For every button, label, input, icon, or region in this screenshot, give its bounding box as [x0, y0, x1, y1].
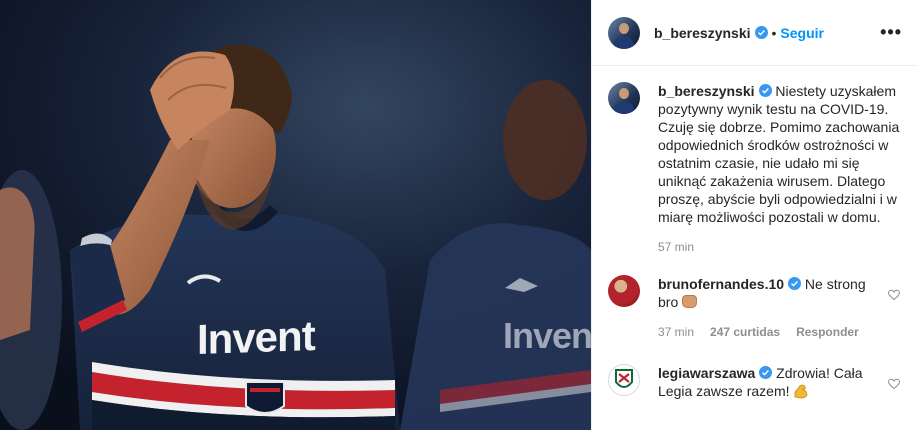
- comment-username[interactable]: legiawarszawa: [658, 365, 755, 381]
- jersey-sponsor-text: Invent: [197, 311, 315, 364]
- jersey-sponsor-text-background: Invent: [503, 315, 591, 356]
- author-username[interactable]: b_bereszynski: [654, 25, 751, 41]
- comment-timestamp[interactable]: 37 min: [658, 325, 694, 339]
- commenter-avatar[interactable]: [608, 364, 640, 396]
- flexed-biceps-emoji-icon: [794, 384, 808, 399]
- post-photo[interactable]: Invent Invent: [0, 0, 591, 430]
- comment-item: brunofernandes.10 Ne strong bro 37 min 2…: [608, 275, 902, 339]
- caption-author-avatar[interactable]: [608, 82, 640, 114]
- verified-badge-icon: [759, 366, 773, 379]
- reply-button[interactable]: Responder: [796, 325, 859, 339]
- comment-item: legiawarszawa Zdrowia! Cała Legia zawsze…: [608, 364, 902, 400]
- caption-text: Niestety uzyskałem pozytywny wynik testu…: [658, 83, 900, 225]
- verified-badge-icon: [758, 84, 772, 97]
- post-header: b_bereszynski • Seguir •••: [592, 0, 918, 66]
- caption-username[interactable]: b_bereszynski: [658, 83, 755, 99]
- follow-button[interactable]: Seguir: [780, 25, 824, 41]
- comment-username[interactable]: brunofernandes.10: [658, 276, 784, 292]
- heart-icon[interactable]: [888, 289, 900, 301]
- caption-timestamp[interactable]: 57 min: [658, 240, 694, 254]
- author-avatar[interactable]: [608, 16, 640, 49]
- legia-crest-icon: [615, 369, 633, 388]
- comments-list: b_bereszynski Niestety uzyskałem pozytyw…: [592, 66, 918, 400]
- verified-badge-icon: [788, 277, 802, 290]
- more-options-icon[interactable]: •••: [880, 22, 902, 43]
- comment-likes[interactable]: 247 curtidas: [710, 325, 780, 339]
- commenter-avatar[interactable]: [608, 275, 640, 307]
- heart-icon[interactable]: [888, 378, 900, 390]
- post-side-panel: b_bereszynski • Seguir ••• b_bereszynski…: [591, 0, 918, 430]
- post-caption: b_bereszynski Niestety uzyskałem pozytyw…: [608, 82, 902, 254]
- separator-dot: •: [771, 24, 777, 41]
- verified-badge-icon: [754, 26, 768, 39]
- instagram-post: Invent Invent b_bereszynski • Seguir •••: [0, 0, 918, 430]
- post-photo-illustration: [0, 0, 591, 430]
- fist-emoji-icon: [682, 295, 698, 308]
